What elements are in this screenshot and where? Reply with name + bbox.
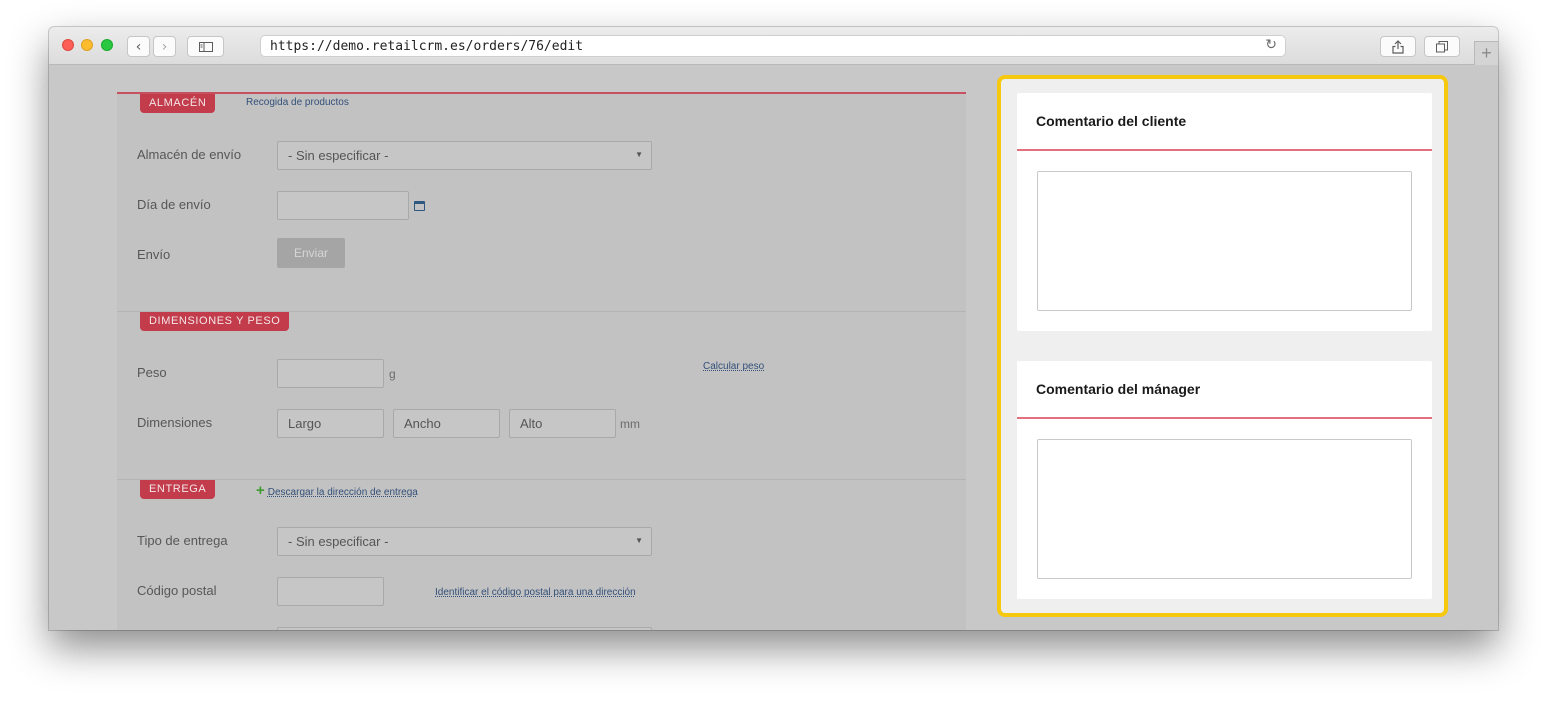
warehouse-select-value: - Sin especificar - <box>288 148 389 163</box>
client-comment-title: Comentario del cliente <box>1036 113 1187 129</box>
dimensions-section-tag: DIMENSIONES Y PESO <box>140 312 290 331</box>
ship-day-input[interactable] <box>277 191 409 220</box>
dimensions-unit: mm <box>620 417 640 431</box>
forward-button[interactable]: › <box>153 36 176 57</box>
client-comment-textarea[interactable] <box>1037 171 1412 311</box>
order-form: ALMACÉN Recogida de productos Almacén de… <box>117 92 966 630</box>
chevron-right-icon: › <box>161 38 168 55</box>
address-bar[interactable]: https://demo.retailcrm.es/orders/76/edit… <box>260 35 1286 57</box>
share-button[interactable] <box>1380 36 1416 57</box>
download-address-text: Descargar la dirección de entrega <box>267 487 418 498</box>
sidebar-toggle-button[interactable] <box>187 36 224 57</box>
ship-day-label: Día de envío <box>137 197 211 212</box>
zoom-window-button[interactable] <box>101 39 113 51</box>
weight-input[interactable] <box>277 359 384 388</box>
plus-icon: + <box>256 482 265 499</box>
shipping-label: Envío <box>137 247 171 262</box>
weight-unit: g <box>389 367 396 381</box>
calculate-weight-link[interactable]: Calcular peso <box>703 361 764 372</box>
section-divider <box>117 479 966 480</box>
url-text: https://demo.retailcrm.es/orders/76/edit <box>270 39 584 54</box>
plus-icon: + <box>1481 43 1492 63</box>
chevron-left-icon: ‹ <box>135 38 142 55</box>
card-divider <box>1017 149 1432 151</box>
tabs-icon <box>1436 40 1448 52</box>
postal-code-input[interactable] <box>277 577 384 606</box>
height-placeholder: Alto <box>520 416 543 431</box>
share-icon <box>1392 39 1404 54</box>
chevron-down-icon: ▼ <box>635 536 643 545</box>
tabs-overview-button[interactable] <box>1424 36 1460 57</box>
postal-code-label: Código postal <box>137 583 217 598</box>
reload-icon[interactable]: ↻ <box>1265 37 1277 53</box>
calendar-icon[interactable] <box>414 201 425 211</box>
height-input[interactable]: Alto <box>509 409 616 438</box>
download-address-link[interactable]: + Descargar la dirección de entrega <box>256 482 418 499</box>
identify-postal-code-link[interactable]: Identificar el código postal para una di… <box>435 587 636 598</box>
manager-comment-card: Comentario del mánager <box>1017 361 1432 599</box>
length-input[interactable]: Largo <box>277 409 384 438</box>
browser-toolbar: ‹ › https://demo.retailcrm.es/orders/76/… <box>49 27 1498 65</box>
client-comment-card: Comentario del cliente <box>1017 93 1432 331</box>
width-placeholder: Ancho <box>404 416 441 431</box>
comments-panel: Comentario del cliente Comentario del má… <box>997 75 1448 617</box>
card-divider <box>1017 417 1432 419</box>
send-button[interactable]: Enviar <box>277 238 345 268</box>
warehouse-select[interactable]: - Sin especificar - ▼ <box>277 141 652 170</box>
delivery-type-select[interactable]: - Sin especificar - ▼ <box>277 527 652 556</box>
manager-comment-title: Comentario del mánager <box>1036 381 1201 397</box>
weight-label: Peso <box>137 365 167 380</box>
minimize-window-button[interactable] <box>81 39 93 51</box>
chevron-down-icon: ▼ <box>635 150 643 159</box>
warehouse-section-tag: ALMACÉN <box>140 94 216 113</box>
page-content: ALMACÉN Recogida de productos Almacén de… <box>49 65 1498 630</box>
close-window-button[interactable] <box>62 39 74 51</box>
browser-window: ‹ › https://demo.retailcrm.es/orders/76/… <box>49 27 1498 630</box>
next-field[interactable] <box>277 627 652 630</box>
delivery-type-value: - Sin especificar - <box>288 534 389 549</box>
length-placeholder: Largo <box>288 416 322 431</box>
delivery-type-label: Tipo de entrega <box>137 533 228 548</box>
dimensions-label: Dimensiones <box>137 415 213 430</box>
pickup-products-link[interactable]: Recogida de productos <box>246 97 349 108</box>
width-input[interactable]: Ancho <box>393 409 500 438</box>
delivery-section-tag: ENTREGA <box>140 480 216 499</box>
manager-comment-textarea[interactable] <box>1037 439 1412 579</box>
new-tab-button[interactable]: + <box>1474 41 1498 65</box>
back-button[interactable]: ‹ <box>127 36 150 57</box>
sidebar-icon <box>198 41 213 52</box>
warehouse-label: Almacén de envío <box>137 147 242 162</box>
